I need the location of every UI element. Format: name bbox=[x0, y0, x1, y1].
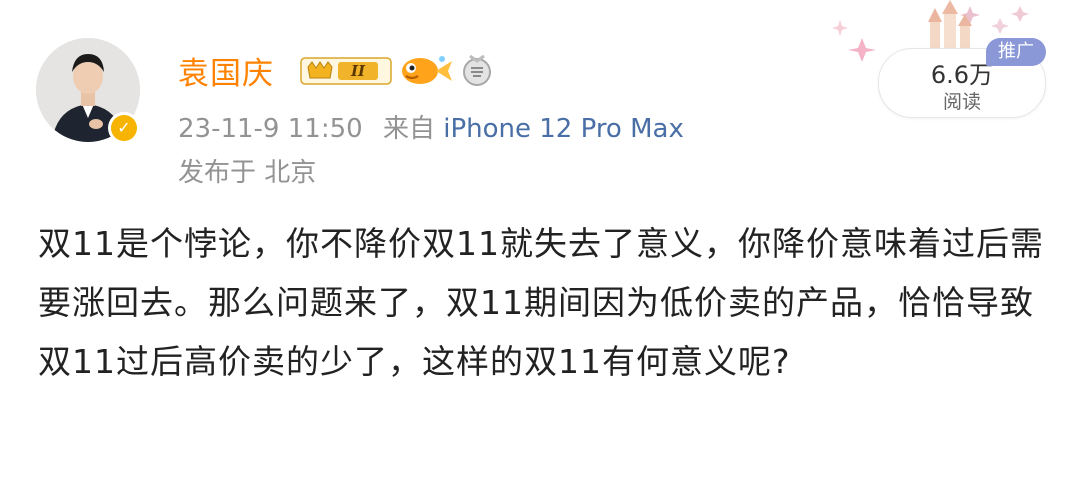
user-name[interactable]: 袁国庆 bbox=[178, 48, 274, 93]
read-count-label: 阅读 bbox=[942, 91, 981, 113]
post-meta: 23-11-9 11:50 来自 iPhone 12 Pro Max bbox=[178, 108, 684, 145]
post-device-link[interactable]: iPhone 12 Pro Max bbox=[443, 114, 684, 144]
vip-level-text: II bbox=[350, 62, 366, 80]
answer-medal-icon[interactable] bbox=[460, 53, 494, 87]
promoted-tag: 推广 bbox=[986, 38, 1046, 66]
verified-badge-icon: ✓ bbox=[108, 112, 140, 144]
fish-icon[interactable] bbox=[398, 53, 454, 87]
post-timestamp: 23-11-9 11:50 bbox=[178, 114, 363, 144]
post-source-prefix: 来自 bbox=[382, 114, 435, 144]
user-badges: II bbox=[300, 52, 494, 88]
vip-level-badge-icon[interactable]: II bbox=[300, 53, 392, 87]
post-location: 发布于 北京 bbox=[178, 158, 317, 188]
post-text: 双11是个悖论，你不降价双11就失去了意义，你降价意味着过后需要涨回去。那么问题… bbox=[38, 224, 1044, 381]
